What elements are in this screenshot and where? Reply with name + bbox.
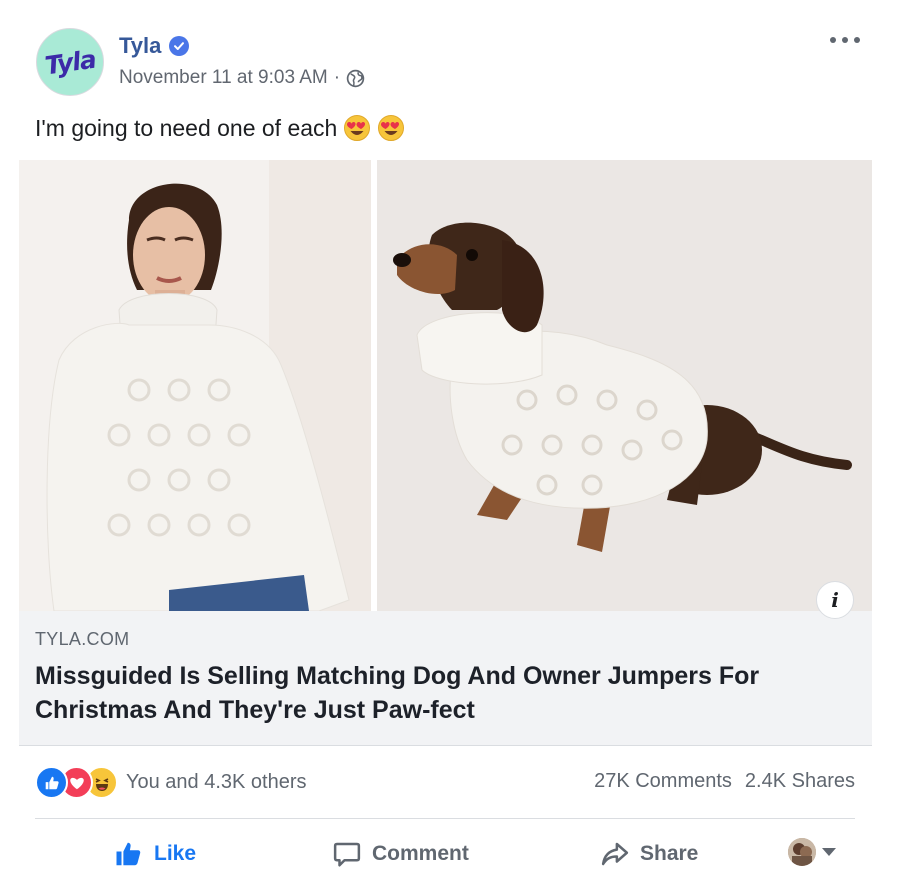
more-options-button[interactable] bbox=[830, 30, 860, 50]
reaction-summary[interactable]: You and 4.3K others bbox=[35, 766, 307, 799]
heart-eyes-emoji-icon bbox=[377, 114, 405, 142]
verified-badge-icon bbox=[169, 36, 190, 56]
share-button[interactable]: Share bbox=[600, 836, 698, 872]
ellipsis-icon-dot bbox=[842, 37, 848, 43]
like-reaction-icon bbox=[35, 766, 68, 799]
actions-divider bbox=[35, 818, 855, 819]
engagement-counts: 27K Comments 2.4K Shares bbox=[594, 770, 855, 793]
heart-eyes-emoji-icon bbox=[343, 114, 371, 142]
shares-count[interactable]: 2.4K Shares bbox=[745, 770, 855, 793]
meta-separator: · bbox=[333, 67, 341, 88]
info-button[interactable]: i bbox=[816, 581, 854, 619]
profile-avatar-icon bbox=[788, 838, 816, 866]
comment-button-label: Comment bbox=[372, 842, 469, 865]
page-name-link[interactable]: Tyla bbox=[119, 33, 190, 59]
facebook-post: Tyla Tyla November 11 at 9:03 AM · I'm g… bbox=[0, 0, 908, 892]
link-domain: TYLA.COM bbox=[35, 629, 130, 649]
comment-button[interactable]: Comment bbox=[332, 836, 469, 872]
comments-count[interactable]: 27K Comments bbox=[594, 770, 732, 793]
post-meta: November 11 at 9:03 AM · bbox=[119, 67, 365, 89]
post-message: I'm going to need one of each bbox=[35, 114, 405, 142]
thumbs-up-icon bbox=[116, 842, 141, 866]
link-headline[interactable]: Missguided Is Selling Matching Dog And O… bbox=[35, 659, 855, 727]
link-preview-image[interactable]: i bbox=[19, 160, 872, 619]
ellipsis-icon-dot bbox=[830, 37, 836, 43]
page-avatar[interactable]: Tyla bbox=[36, 28, 104, 96]
like-button-label: Like bbox=[154, 842, 197, 865]
chevron-down-icon bbox=[822, 848, 836, 856]
like-button[interactable]: Like bbox=[114, 836, 196, 872]
comment-bubble-icon bbox=[333, 842, 361, 867]
woman-in-white-jumper-photo[interactable] bbox=[19, 160, 371, 611]
page-name[interactable]: Tyla bbox=[119, 33, 161, 59]
share-button-label: Share bbox=[640, 842, 699, 865]
avatar-logo-text: Tyla bbox=[42, 44, 98, 80]
globe-icon[interactable] bbox=[346, 69, 365, 88]
ellipsis-icon-dot bbox=[854, 37, 860, 43]
link-preview-box[interactable]: TYLA.COM Missguided Is Selling Matching … bbox=[19, 611, 872, 746]
reaction-count-text[interactable]: You and 4.3K others bbox=[126, 771, 307, 794]
share-arrow-icon bbox=[601, 842, 629, 866]
post-message-text: I'm going to need one of each bbox=[35, 114, 338, 141]
reaction-profile-selector[interactable] bbox=[788, 838, 836, 866]
dachshund-in-white-jumper-photo[interactable] bbox=[377, 160, 872, 611]
post-timestamp[interactable]: November 11 at 9:03 AM bbox=[119, 67, 328, 89]
